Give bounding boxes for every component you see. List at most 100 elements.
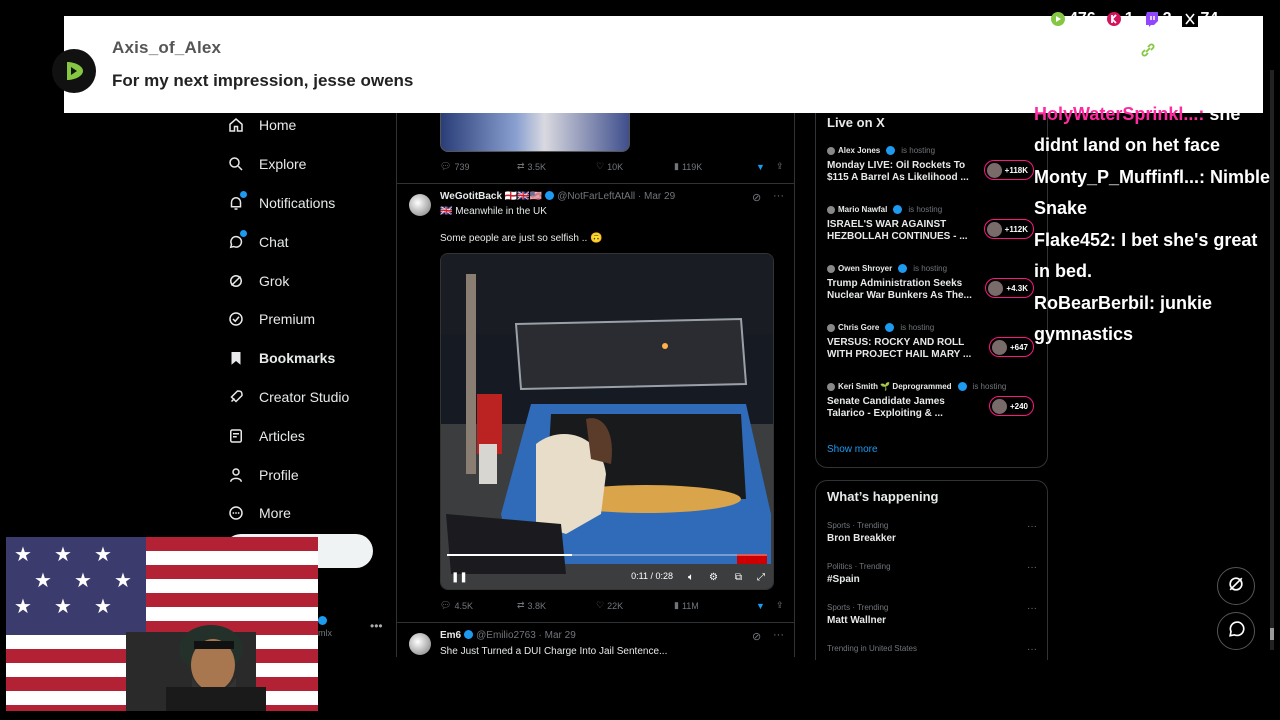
account-more-icon[interactable]: ••• (370, 619, 383, 633)
tweet-avatar[interactable] (409, 633, 431, 655)
views-button[interactable]: ▮ 119K (674, 161, 756, 172)
trend-more-icon[interactable]: ··· (1027, 644, 1037, 655)
volume-icon[interactable]: 🔈︎ (688, 572, 694, 583)
scrollbar-thumb[interactable] (1270, 628, 1274, 640)
host-name: Alex Jones (838, 146, 881, 155)
webcam-image: ★ ★ ★ ★ ★ ★ ★ ★ ★ (6, 537, 318, 711)
listener-pill[interactable]: +240 (988, 396, 1034, 416)
reply-button[interactable]: 💬︎ 739 (440, 161, 517, 172)
host-avatar (827, 382, 835, 391)
nav-bookmarks-label: Bookmarks (259, 350, 336, 367)
bookmark-button[interactable]: ▼ (756, 601, 776, 611)
trend-more-icon[interactable]: ··· (1027, 603, 1037, 614)
live-item[interactable]: Mario Nawfal is hosting ISRAEL'S WAR AGAI… (827, 205, 1042, 243)
host-avatar (827, 264, 835, 273)
nav-more[interactable]: More (224, 494, 394, 533)
listener-pill[interactable]: +112K (983, 219, 1034, 239)
live-item[interactable]: Chris Gore is hosting VERSUS: ROCKY AND R… (827, 323, 1042, 361)
show-more-link[interactable]: Show more (827, 444, 878, 455)
link-stat: 0 (1140, 42, 1171, 63)
fullscreen-icon[interactable]: ⤢ (757, 572, 765, 583)
trend-item[interactable]: Politics · Trending #Spain ··· (827, 562, 1037, 585)
bookmark-button[interactable]: ▼ (756, 162, 776, 172)
twitch-viewers: 2 (1144, 10, 1172, 28)
like-button[interactable]: ♡ 10K (596, 161, 674, 172)
trend-item[interactable]: Trending in United States ··· (827, 644, 1037, 655)
grok-explain-icon[interactable]: ⊘ (752, 191, 761, 204)
video-frame (441, 254, 773, 589)
tweet-handle[interactable]: @Emilio2763 · Mar 29 (476, 630, 576, 641)
repost-button[interactable]: ⇄ 3.8K (517, 600, 596, 611)
tweet-author[interactable]: WeGotitBack 🏴󠁧󠁢󠁥󠁮󠁧󠁿🇬🇧🇺🇸 (440, 191, 542, 202)
live-title-text: ISRAEL'S WAR AGAINST HEZBOLLAH CONTINUES… (827, 219, 968, 242)
like-button[interactable]: ♡ 22K (596, 600, 674, 611)
live-item[interactable]: Keri Smith 🌱 Deprogrammed is hosting Sena… (827, 382, 1042, 420)
trend-more-icon[interactable]: ··· (1027, 521, 1037, 532)
hosting-label: is hosting (908, 205, 943, 214)
tweet-handle[interactable]: @NotFarLeftAtAll · Mar 29 (557, 191, 675, 202)
svg-text:★: ★ (94, 594, 112, 618)
settings-icon[interactable]: ⚙ (709, 572, 718, 583)
grok-button[interactable] (1217, 567, 1255, 605)
svg-text:★: ★ (14, 594, 32, 618)
tweet-header: WeGotitBack 🏴󠁧󠁢󠁥󠁮󠁧󠁿🇬🇧🇺🇸 @NotFarLeftAtAll … (440, 191, 675, 202)
nav-articles[interactable]: Articles (224, 416, 394, 455)
stream-layout: Home Explore Notifications Chat Grok Pre… (0, 0, 1280, 720)
view-count: 119K (681, 161, 703, 172)
nav-creator-studio[interactable]: Creator Studio (224, 378, 394, 417)
listener-count: +4.3K (1006, 283, 1028, 293)
views-button[interactable]: ▮ 11M (674, 600, 756, 611)
like-count: 22K (607, 600, 624, 611)
nav-grok-label: Grok (259, 272, 290, 289)
page-scrollbar[interactable] (1268, 62, 1276, 658)
live-item[interactable]: Alex Jones is hosting Monday LIVE: Oil Ro… (827, 146, 1042, 184)
tweet-author[interactable]: Em6 (440, 630, 461, 641)
share-button[interactable]: ⇪ (776, 161, 784, 172)
nav-bookmarks[interactable]: Bookmarks (224, 339, 394, 378)
tweet-avatar[interactable] (409, 194, 431, 216)
trend-more-icon[interactable]: ··· (1027, 562, 1037, 573)
donation-alert: Axis_of_Alex For my next impression, jes… (52, 16, 1024, 113)
messages-button[interactable] (1217, 612, 1255, 650)
nav-articles-label: Articles (259, 427, 305, 444)
verified-icon (957, 382, 967, 391)
repost-button[interactable]: ⇄ 3.5K (517, 161, 596, 172)
previous-tweet-image[interactable] (440, 112, 630, 152)
nav-chat[interactable]: Chat (224, 222, 394, 261)
nav-notifications[interactable]: Notifications (224, 184, 394, 223)
live-item[interactable]: Owen Shroyer is hosting Trump Administrat… (827, 264, 1042, 302)
listener-pill[interactable]: +118K (983, 160, 1034, 180)
listener-pill[interactable]: +4.3K (985, 278, 1034, 298)
tweet-more-icon[interactable]: ··· (773, 629, 784, 641)
x-viewers: 74 (1181, 10, 1218, 28)
nav-explore[interactable]: Explore (224, 145, 394, 184)
nav-grok[interactable]: Grok (224, 261, 394, 300)
host-name: Mario Nawfal (838, 205, 888, 214)
tweet-video[interactable]: ❚❚ 0:11 / 0:28 🔈︎ ⚙ ⧉ ⤢ (440, 253, 774, 590)
video-time: 0:11 / 0:28 (631, 571, 673, 581)
grok-explain-icon[interactable]: ⊘ (752, 630, 761, 643)
view-count: 11M (681, 600, 699, 611)
nav-profile[interactable]: Profile (224, 455, 394, 494)
nav-premium[interactable]: Premium (224, 300, 394, 339)
share-button[interactable]: ⇪ (776, 600, 784, 611)
pause-icon[interactable]: ❚❚ (451, 572, 468, 583)
previous-tweet-actions: 💬︎ 739 ⇄ 3.5K ♡ 10K ▮ 119K ▼ ⇪ (440, 161, 788, 172)
video-progress[interactable] (447, 554, 767, 556)
reply-button[interactable]: 💬︎ 4.5K (440, 600, 517, 611)
trend-item[interactable]: Sports · Trending Bron Breakker ··· (827, 521, 1037, 544)
nav-home-label: Home (259, 117, 297, 134)
listener-pill[interactable]: +647 (988, 337, 1034, 357)
live-title: Live on X (827, 115, 885, 130)
kick-viewers: 1 (1106, 10, 1134, 28)
svg-text:★: ★ (94, 542, 112, 566)
chart-icon: ▮ (674, 161, 679, 171)
tweet-more-icon[interactable]: ··· (773, 190, 784, 202)
hosting-label: is hosting (900, 323, 935, 332)
listener-avatar (986, 162, 1002, 178)
svg-text:★: ★ (54, 594, 72, 618)
svg-text:★: ★ (74, 568, 92, 592)
host-avatar (827, 146, 835, 155)
trend-item[interactable]: Sports · Trending Matt Wallner ··· (827, 603, 1037, 626)
pip-icon[interactable]: ⧉ (735, 572, 742, 583)
